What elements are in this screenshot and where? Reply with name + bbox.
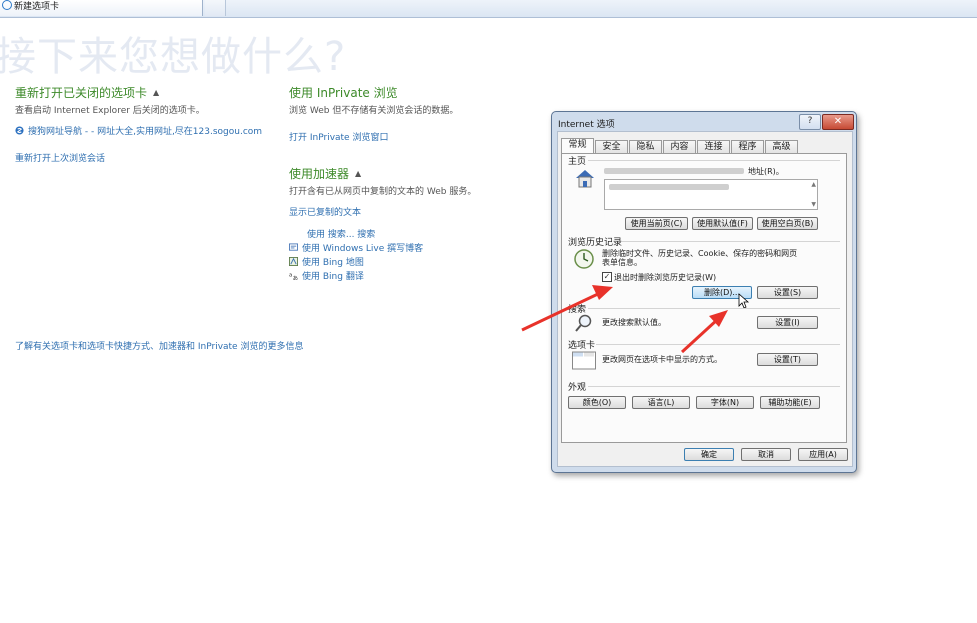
- accel-desc: 打开含有已从网页中复制的文本的 Web 服务。: [289, 187, 477, 197]
- search-settings-button[interactable]: 设置(I): [757, 316, 818, 329]
- homepage-desc-tail: 地址(R)。: [748, 167, 784, 176]
- homepage-group-label: 主页: [568, 157, 587, 167]
- homepage-textbox[interactable]: ▲ ▼: [604, 179, 818, 210]
- accel-title[interactable]: 使用加速器 ▲: [289, 165, 361, 182]
- use-blank-button[interactable]: 使用空白页(B): [757, 217, 818, 230]
- accel-item-translate-text: 使用 Bing 翻译: [302, 272, 364, 282]
- dialog-title: Internet 选项: [558, 120, 615, 130]
- inprivate-desc: 浏览 Web 但不存储有关浏览会话的数据。: [289, 106, 459, 116]
- internet-options-dialog: Internet 选项 ? ✕ 常规 安全 隐私 内容 连接 程序 高级 主页 …: [551, 111, 857, 473]
- scroll-down-icon[interactable]: ▼: [811, 201, 816, 208]
- tab-privacy[interactable]: 隐私: [629, 140, 662, 153]
- reopen-desc: 查看启动 Internet Explorer 后关闭的选项卡。: [15, 106, 205, 116]
- appearance-group-label: 外观: [568, 383, 587, 393]
- help-button[interactable]: ?: [799, 114, 821, 130]
- ok-button[interactable]: 确定: [684, 448, 734, 461]
- learn-more-link[interactable]: 了解有关选项卡和选项卡快捷方式、加速器和 InPrivate 浏览的更多信息: [15, 339, 303, 352]
- home-icon: [576, 170, 594, 188]
- blurred-text: [604, 168, 744, 174]
- svg-text:あ: あ: [293, 275, 298, 280]
- tab-general[interactable]: 常规: [561, 138, 594, 154]
- divider: [588, 386, 840, 387]
- tab-advanced[interactable]: 高级: [765, 140, 798, 153]
- languages-button[interactable]: 语言(L): [632, 396, 690, 409]
- dialog-body: 常规 安全 隐私 内容 连接 程序 高级 主页 地址(R)。 ▲ ▼ 使用当前页…: [557, 131, 853, 467]
- sogou-icon: [15, 126, 24, 135]
- delete-on-exit-label: 退出时删除浏览历史记录(W): [614, 273, 717, 282]
- tabs-settings-button[interactable]: 设置(T): [757, 353, 818, 366]
- ie-icon: [2, 0, 12, 10]
- accel-title-text: 使用加速器: [289, 167, 350, 181]
- divider: [596, 344, 840, 345]
- new-tab-button[interactable]: [205, 0, 226, 16]
- collapse-chevron-icon[interactable]: ▲: [355, 169, 361, 178]
- accessibility-button[interactable]: 辅助功能(E): [760, 396, 820, 409]
- divider: [588, 308, 840, 309]
- reopen-title[interactable]: 重新打开已关闭的选项卡 ▲: [15, 84, 159, 101]
- tabs-window-icon: [572, 351, 596, 370]
- accel-item-map-text: 使用 Bing 地图: [302, 258, 364, 268]
- bing-map-icon: [289, 257, 298, 266]
- tab-programs[interactable]: 程序: [731, 140, 764, 153]
- apply-button[interactable]: 应用(A): [798, 448, 848, 461]
- bing-translate-icon: aあ: [289, 272, 298, 280]
- windows-live-icon: [289, 243, 298, 251]
- cancel-button[interactable]: 取消: [741, 448, 791, 461]
- fonts-button[interactable]: 字体(N): [696, 396, 754, 409]
- search-desc: 更改搜索默认值。: [602, 318, 666, 327]
- accel-item-blog-text: 使用 Windows Live 撰写博客: [302, 244, 424, 254]
- search-magnifier-icon: [575, 314, 592, 332]
- accel-item-search[interactable]: 使用 搜索... 搜索: [307, 227, 375, 240]
- inprivate-open-link[interactable]: 打开 InPrivate 浏览窗口: [289, 130, 388, 143]
- reopen-item-text: 搜狗网址导航 - - 网址大全,实用网址,尽在123.sogou.com: [28, 127, 263, 137]
- blurred-url: [609, 184, 729, 190]
- accel-item-map[interactable]: 使用 Bing 地图: [289, 255, 364, 268]
- tabs-desc: 更改网页在选项卡中显示的方式。: [602, 355, 722, 364]
- reopen-session-link[interactable]: 重新打开上次浏览会话: [15, 151, 105, 164]
- history-group-label: 浏览历史记录: [568, 238, 623, 248]
- history-clock-icon: [574, 249, 594, 269]
- tab-security[interactable]: 安全: [595, 140, 628, 153]
- accel-item-blog[interactable]: 使用 Windows Live 撰写博客: [289, 241, 423, 254]
- reopen-title-text: 重新打开已关闭的选项卡: [15, 86, 148, 100]
- mouse-cursor-icon: [738, 293, 750, 309]
- inprivate-title: 使用 InPrivate 浏览: [289, 86, 398, 100]
- history-settings-button[interactable]: 设置(S): [757, 286, 818, 299]
- close-button[interactable]: ✕: [822, 114, 854, 130]
- tab-new-tab[interactable]: 新建选项卡: [0, 0, 203, 16]
- use-default-button[interactable]: 使用默认值(F): [692, 217, 753, 230]
- tab-content[interactable]: 内容: [663, 140, 696, 153]
- tab-connections[interactable]: 连接: [697, 140, 730, 153]
- tab-strip: 新建选项卡: [0, 0, 977, 18]
- show-copied-link[interactable]: 显示已复制的文本: [289, 205, 361, 218]
- tab-label: 新建选项卡: [14, 2, 60, 12]
- accel-item-translate[interactable]: a あ使用 Bing 翻译: [289, 269, 364, 282]
- page-heading: 接下来您想做什么?: [0, 34, 347, 80]
- colors-button[interactable]: 颜色(O): [568, 396, 626, 409]
- scroll-up-icon[interactable]: ▲: [811, 181, 816, 188]
- delete-on-exit-checkbox[interactable]: ✓: [602, 272, 612, 282]
- history-desc-2: 表单信息。: [602, 258, 642, 267]
- reopen-item-link[interactable]: 搜狗网址导航 - - 网址大全,实用网址,尽在123.sogou.com: [15, 124, 262, 137]
- use-current-button[interactable]: 使用当前页(C): [625, 217, 688, 230]
- collapse-chevron-icon[interactable]: ▲: [153, 88, 159, 97]
- divider: [622, 241, 840, 242]
- divider: [588, 160, 840, 161]
- general-panel: 主页 地址(R)。 ▲ ▼ 使用当前页(C) 使用默认值(F) 使用空白页(B)…: [561, 153, 847, 443]
